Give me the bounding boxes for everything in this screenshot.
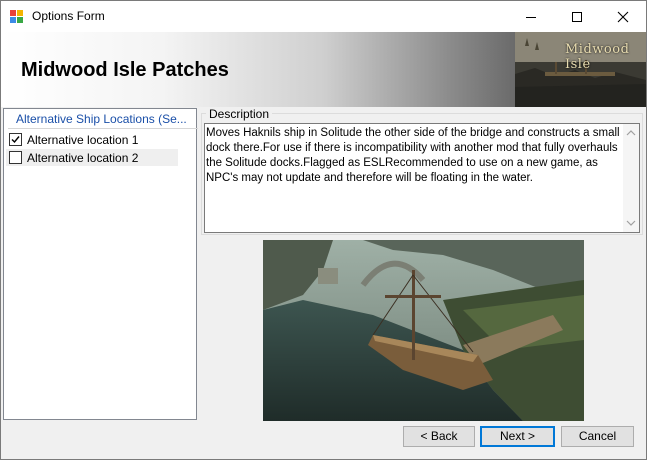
title-bar[interactable]: Options Form — [1, 1, 646, 32]
back-button[interactable]: < Back — [403, 426, 475, 447]
close-icon — [617, 11, 629, 22]
cancel-button[interactable]: Cancel — [561, 426, 634, 447]
checkbox-unchecked[interactable] — [9, 151, 22, 164]
checkmark-icon — [11, 136, 20, 144]
minimize-button[interactable] — [508, 1, 554, 32]
scroll-up-icon[interactable] — [623, 126, 639, 140]
mod-logo-image: Midwood Isle — [515, 32, 646, 107]
option-label: Alternative location 1 — [27, 133, 139, 147]
page-title: Midwood Isle Patches — [21, 59, 229, 81]
scroll-down-icon[interactable] — [623, 216, 639, 230]
description-label: Description — [206, 107, 273, 121]
next-button[interactable]: Next > — [480, 426, 555, 447]
description-scrollbar[interactable] — [623, 124, 639, 232]
ship-scene-art — [263, 240, 584, 421]
header-banner: Midwood Isle Patches Midwood Isle — [1, 32, 646, 107]
close-button[interactable] — [600, 1, 646, 32]
minimize-icon — [526, 16, 536, 18]
option-group-title: Alternative Ship Locations (Se... — [16, 112, 187, 126]
window-title: Options Form — [32, 9, 105, 23]
options-form-window: Options Form Midwood Isle Patches Midwoo… — [0, 0, 647, 460]
logo-text: Midwood Isle — [565, 42, 630, 72]
maximize-icon — [572, 11, 582, 22]
group-divider — [8, 128, 198, 129]
option-item-alternative-location-2[interactable]: Alternative location 2 — [6, 149, 178, 166]
option-preview-image — [263, 240, 584, 421]
description-textbox[interactable]: Moves Haknils ship in Solitude the other… — [204, 123, 640, 233]
description-text: Moves Haknils ship in Solitude the other… — [206, 127, 620, 184]
app-icon — [10, 10, 23, 23]
maximize-button[interactable] — [554, 1, 600, 32]
option-list[interactable]: Alternative Ship Locations (Se... Altern… — [3, 108, 198, 420]
option-label: Alternative location 2 — [27, 151, 139, 165]
checkbox-checked[interactable] — [9, 133, 22, 146]
option-item-alternative-location-1[interactable]: Alternative location 1 — [6, 131, 178, 148]
